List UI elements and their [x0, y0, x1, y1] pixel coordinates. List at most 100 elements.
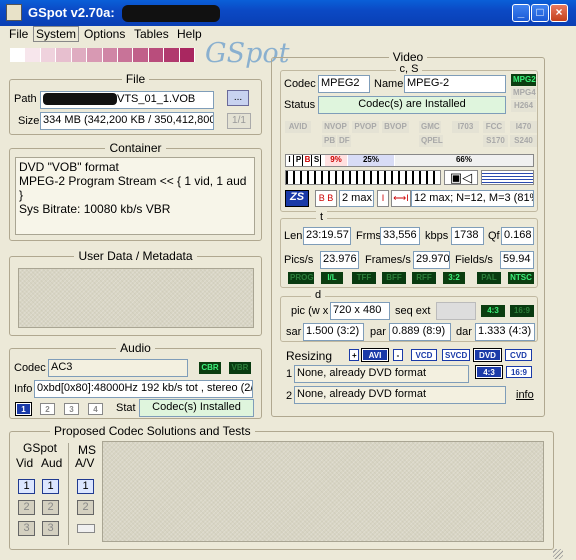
pal-indicator: PAL: [477, 272, 501, 284]
resize-ar-43-button[interactable]: 4:3: [475, 365, 503, 379]
audio-stat-label: Stat: [116, 402, 136, 414]
ipbs-s: S: [313, 155, 321, 166]
aud-col-label: Aud: [41, 456, 63, 470]
ms-av-1-button[interactable]: 1: [77, 479, 94, 494]
menu-options[interactable]: Options: [84, 27, 125, 41]
gspot-aud-1-button[interactable]: 1: [42, 479, 59, 494]
menu-file[interactable]: File: [9, 27, 28, 41]
qf-field: 0.168: [501, 227, 534, 245]
audio-stream-4-button[interactable]: 4: [88, 403, 103, 415]
container-info: DVD "VOB" format MPEG-2 Program Stream <…: [15, 157, 255, 235]
resize-ar-169-button[interactable]: 16:9: [506, 366, 532, 378]
audio-stream-1-button[interactable]: 1: [15, 402, 32, 416]
resize-cvd-button[interactable]: CVD: [505, 349, 532, 361]
pics-label: Pics/s: [284, 254, 314, 266]
p-frame-percent: 25%: [348, 155, 394, 166]
b-frame-percent: 66%: [395, 155, 533, 166]
video-name-label: Name: [374, 78, 404, 90]
timing-box-legend: t: [316, 211, 328, 223]
ntsc-indicator: NTSC: [508, 272, 534, 284]
color-swatch: [40, 48, 57, 62]
menu-system[interactable]: System: [33, 26, 80, 42]
avid-indicator: AVID: [285, 121, 311, 133]
close-button[interactable]: ×: [550, 4, 568, 22]
gspot-aud-2-button[interactable]: 2: [42, 500, 59, 515]
gop-bb-icon: B B: [315, 190, 337, 207]
frames-label: Frames/s: [365, 254, 411, 266]
audio-codec-field: AC3: [48, 359, 188, 377]
sar-field: 1.500 (3:2): [303, 323, 364, 341]
audio-stream-2-button[interactable]: 2: [40, 403, 55, 415]
resize-plus-button[interactable]: +: [349, 349, 359, 361]
proposed-results-area: [102, 441, 544, 542]
ms-av-blank-button[interactable]: [77, 524, 95, 533]
color-swatch: [10, 48, 26, 62]
av-col-label: A/V: [75, 456, 95, 470]
gspot-vid-1-button[interactable]: 1: [18, 479, 35, 494]
ipbs-b: B: [304, 155, 312, 166]
file-legend: File: [121, 72, 150, 86]
pb-indicator: PB: [322, 135, 336, 147]
menu-help[interactable]: Help: [177, 27, 202, 41]
resize-svcd-button[interactable]: SVCD: [442, 349, 470, 361]
vbr-indicator: VBR: [229, 362, 251, 374]
ms-col-label: MS: [78, 443, 96, 457]
prog-indicator: PROG: [288, 272, 314, 284]
path-field[interactable]: VTS_01_1.VOB: [40, 91, 214, 109]
ar-169-indicator: 16:9: [510, 305, 534, 317]
color-swatch: [87, 48, 103, 62]
gspot-vid-2-button[interactable]: 2: [18, 500, 35, 515]
dimension-box-legend: d: [311, 289, 326, 301]
bvop-indicator: BVOP: [382, 121, 409, 133]
resize-avi-button[interactable]: AVI: [361, 348, 389, 362]
resize-vcd-button[interactable]: VCD: [411, 349, 437, 361]
pic-field: 720 x 480: [330, 302, 390, 320]
info-link[interactable]: info: [516, 389, 534, 401]
df-indicator: DF: [337, 135, 351, 147]
gop-pattern: [285, 170, 441, 185]
audio-stat-field: Codec(s) Installed: [139, 399, 254, 417]
window-title: GSpot v2.70a:: [28, 5, 115, 20]
minimize-button[interactable]: _: [512, 4, 530, 22]
bff-indicator: BFF: [382, 272, 406, 284]
gop-info-field: 12 max; N=12, M=3 (81%: [411, 190, 534, 207]
audio-info-label: Info: [14, 383, 33, 395]
kbps-label: kbps: [425, 230, 449, 242]
cbr-indicator: CBR: [199, 362, 221, 374]
frms-label: Frms: [356, 230, 382, 242]
path-label: Path: [14, 93, 37, 105]
kbps-field: 1738: [451, 227, 484, 245]
rff-indicator: RFF: [412, 272, 436, 284]
color-swatch: [56, 48, 72, 62]
video-codec-label: Codec: [284, 78, 316, 90]
audio-stream-3-button[interactable]: 3: [64, 403, 79, 415]
tff-indicator: TFF: [352, 272, 376, 284]
ipbs-p: P: [295, 155, 303, 166]
len-label: Len: [284, 230, 303, 242]
gspot-col-label: GSpot: [23, 441, 58, 455]
audio-info-field: 0xbd[0x80]:48000Hz 192 kb/s tot , stereo…: [34, 380, 253, 398]
resize-2-number: 2: [286, 390, 293, 402]
gop-graph-button[interactable]: ZS: [285, 190, 309, 207]
menu-tables[interactable]: Tables: [134, 27, 169, 41]
resize-minus-button[interactable]: -: [393, 349, 403, 361]
seqext-field: [436, 302, 476, 320]
gspot-vid-3-button[interactable]: 3: [18, 521, 35, 536]
resize-dvd-button[interactable]: DVD: [473, 348, 502, 362]
gspot-aud-3-button[interactable]: 3: [42, 521, 59, 536]
s170-indicator: S170: [483, 135, 508, 147]
gop-lines: [481, 170, 534, 185]
size-field: 334 MB (342,200 KB / 350,412,800: [40, 112, 214, 130]
ms-av-2-button[interactable]: 2: [77, 500, 94, 515]
maximize-button[interactable]: □: [531, 4, 549, 22]
resize-grip[interactable]: [553, 549, 563, 559]
fields-field: 59.94: [500, 251, 534, 269]
color-swatch: [133, 48, 149, 62]
i703-indicator: I703: [452, 121, 479, 133]
browse-button[interactable]: ...: [227, 90, 249, 106]
redacted-filename: [122, 5, 220, 22]
gop-i-bracket-icon: ⟷I: [391, 190, 411, 207]
par-label: par: [370, 326, 386, 338]
userdata-area: [18, 268, 254, 328]
audio-legend: Audio: [116, 341, 155, 355]
